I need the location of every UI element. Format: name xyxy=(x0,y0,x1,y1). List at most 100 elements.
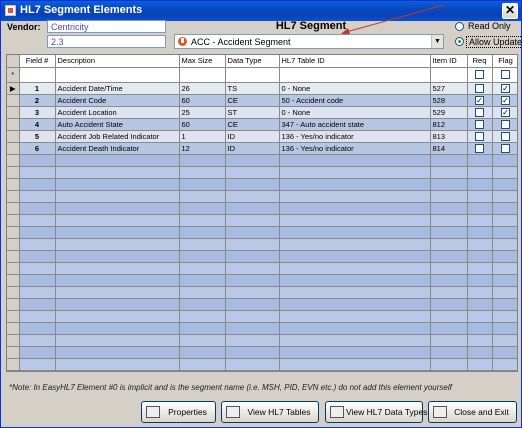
cell-table[interactable]: 0 - None xyxy=(279,82,431,95)
table-row[interactable]: 6 Accident Death Indicator 12 ID 136 - Yes/n… xyxy=(7,142,517,155)
cell-item-id[interactable]: 528 xyxy=(430,94,468,107)
table-row[interactable]: 3 Accident Location 25 ST 0 - None 529 ✓ xyxy=(7,106,517,119)
row-selector[interactable] xyxy=(7,106,20,119)
cell-req[interactable] xyxy=(467,130,493,143)
col-header-item-id[interactable]: Item ID xyxy=(430,55,468,68)
cell-data-type[interactable]: TS xyxy=(225,82,280,95)
row-selector[interactable] xyxy=(7,94,20,107)
cell-max-size[interactable]: 25 xyxy=(179,106,226,119)
req-checkbox[interactable] xyxy=(475,70,484,80)
new-field-cell[interactable] xyxy=(19,67,56,83)
cell-flag[interactable] xyxy=(492,142,517,155)
cell-item-id[interactable]: 527 xyxy=(430,82,468,95)
cell-max-size[interactable]: 60 xyxy=(179,94,226,107)
view-hl7-tables-button[interactable]: View HL7 Tables xyxy=(221,401,319,423)
properties-button[interactable]: Properties xyxy=(141,401,216,423)
cell-description[interactable]: Accident Death Indicator xyxy=(55,142,180,155)
row-selector[interactable]: ▶ xyxy=(7,82,20,95)
flag-checkbox[interactable] xyxy=(501,131,510,141)
table-row[interactable]: 2 Accident Code 60 CE 50 - Accident code 528 ✓… xyxy=(7,94,517,107)
cell-field[interactable]: 3 xyxy=(19,106,56,119)
cell-description[interactable]: Accident Date/Time xyxy=(55,82,180,95)
cell-data-type[interactable]: ID xyxy=(225,142,280,155)
table-row[interactable]: 4 Auto Accident State 60 CE 347 - Auto accid… xyxy=(7,118,517,131)
col-header-data-type[interactable]: Data Type xyxy=(225,55,280,68)
cell-max-size[interactable]: 12 xyxy=(179,142,226,155)
req-checkbox[interactable] xyxy=(475,107,484,117)
empty-cell xyxy=(430,166,468,179)
close-and-exit-button[interactable]: Close and Exit xyxy=(428,401,517,423)
new-table-cell[interactable] xyxy=(279,67,431,83)
cell-max-size[interactable]: 60 xyxy=(179,118,226,131)
row-selector[interactable] xyxy=(7,118,20,131)
table-row[interactable]: 5 Accident Job Related Indicator 1 ID 136 - … xyxy=(7,130,517,143)
new-item-id-cell[interactable] xyxy=(430,67,468,83)
cell-item-id[interactable]: 812 xyxy=(430,118,468,131)
cell-req[interactable] xyxy=(467,118,493,131)
table-row[interactable]: ▶ 1 Accident Date/Time 26 TS 0 - None 527 ✓ xyxy=(7,82,517,95)
cell-flag[interactable] xyxy=(492,118,517,131)
cell-field[interactable]: 4 xyxy=(19,118,56,131)
cell-data-type[interactable]: CE xyxy=(225,94,280,107)
cell-flag[interactable] xyxy=(492,130,517,143)
empty-cell xyxy=(225,250,280,263)
row-selector[interactable] xyxy=(7,130,20,143)
cell-req[interactable] xyxy=(467,82,493,95)
new-row[interactable]: * xyxy=(7,67,517,83)
cell-flag[interactable]: ✓ xyxy=(492,106,517,119)
cell-flag[interactable]: ✓ xyxy=(492,94,517,107)
cell-table[interactable]: 0 - None xyxy=(279,106,431,119)
new-max-size-cell[interactable] xyxy=(179,67,226,83)
cell-field[interactable]: 2 xyxy=(19,94,56,107)
cell-req[interactable] xyxy=(467,142,493,155)
cell-table[interactable]: 347 - Auto accident state xyxy=(279,118,431,131)
flag-checkbox[interactable]: ✓ xyxy=(501,107,510,117)
req-checkbox[interactable] xyxy=(475,83,484,93)
col-header-description[interactable]: Description xyxy=(55,55,180,68)
flag-checkbox[interactable] xyxy=(501,143,510,153)
col-header-req[interactable]: Req xyxy=(467,55,493,68)
flag-checkbox[interactable]: ✓ xyxy=(501,83,510,93)
cell-item-id[interactable]: 813 xyxy=(430,130,468,143)
cell-req[interactable] xyxy=(467,106,493,119)
cell-table[interactable]: 136 - Yes/no indicator xyxy=(279,142,431,155)
col-header-table-id[interactable]: HL7 Table ID xyxy=(279,55,431,68)
new-req-cell[interactable] xyxy=(467,67,493,83)
col-header-max-size[interactable]: Max Size xyxy=(179,55,226,68)
cell-flag[interactable]: ✓ xyxy=(492,82,517,95)
flag-checkbox[interactable] xyxy=(501,70,510,80)
cell-field[interactable]: 6 xyxy=(19,142,56,155)
cell-description[interactable]: Accident Location xyxy=(55,106,180,119)
empty-cell xyxy=(430,346,468,359)
cell-max-size[interactable]: 26 xyxy=(179,82,226,95)
cell-data-type[interactable]: CE xyxy=(225,118,280,131)
empty-cell xyxy=(467,238,493,251)
flag-checkbox[interactable] xyxy=(501,119,510,129)
req-checkbox[interactable]: ✓ xyxy=(475,95,484,105)
cell-data-type[interactable]: ST xyxy=(225,106,280,119)
new-flag-cell[interactable] xyxy=(492,67,517,83)
cell-data-type[interactable]: ID xyxy=(225,130,280,143)
new-description-cell[interactable] xyxy=(55,67,180,83)
req-checkbox[interactable] xyxy=(475,143,484,153)
segment-elements-grid[interactable]: Field # Description Max Size Data Type H… xyxy=(6,54,518,372)
cell-table[interactable]: 50 - Accident code xyxy=(279,94,431,107)
cell-req[interactable]: ✓ xyxy=(467,94,493,107)
cell-field[interactable]: 5 xyxy=(19,130,56,143)
req-checkbox[interactable] xyxy=(475,119,484,129)
req-checkbox[interactable] xyxy=(475,131,484,141)
cell-description[interactable]: Auto Accident State xyxy=(55,118,180,131)
cell-field[interactable]: 1 xyxy=(19,82,56,95)
cell-description[interactable]: Accident Code xyxy=(55,94,180,107)
flag-checkbox[interactable]: ✓ xyxy=(501,95,510,105)
cell-description[interactable]: Accident Job Related Indicator xyxy=(55,130,180,143)
col-header-flag[interactable]: Flag xyxy=(492,55,517,68)
cell-item-id[interactable]: 814 xyxy=(430,142,468,155)
view-hl7-data-types-button[interactable]: View HL7 Data Types xyxy=(325,401,427,423)
new-data-type-cell[interactable] xyxy=(225,67,280,83)
cell-item-id[interactable]: 529 xyxy=(430,106,468,119)
cell-table[interactable]: 136 - Yes/no indicator xyxy=(279,130,431,143)
col-header-field[interactable]: Field # xyxy=(19,55,56,68)
row-selector[interactable] xyxy=(7,142,20,155)
cell-max-size[interactable]: 1 xyxy=(179,130,226,143)
